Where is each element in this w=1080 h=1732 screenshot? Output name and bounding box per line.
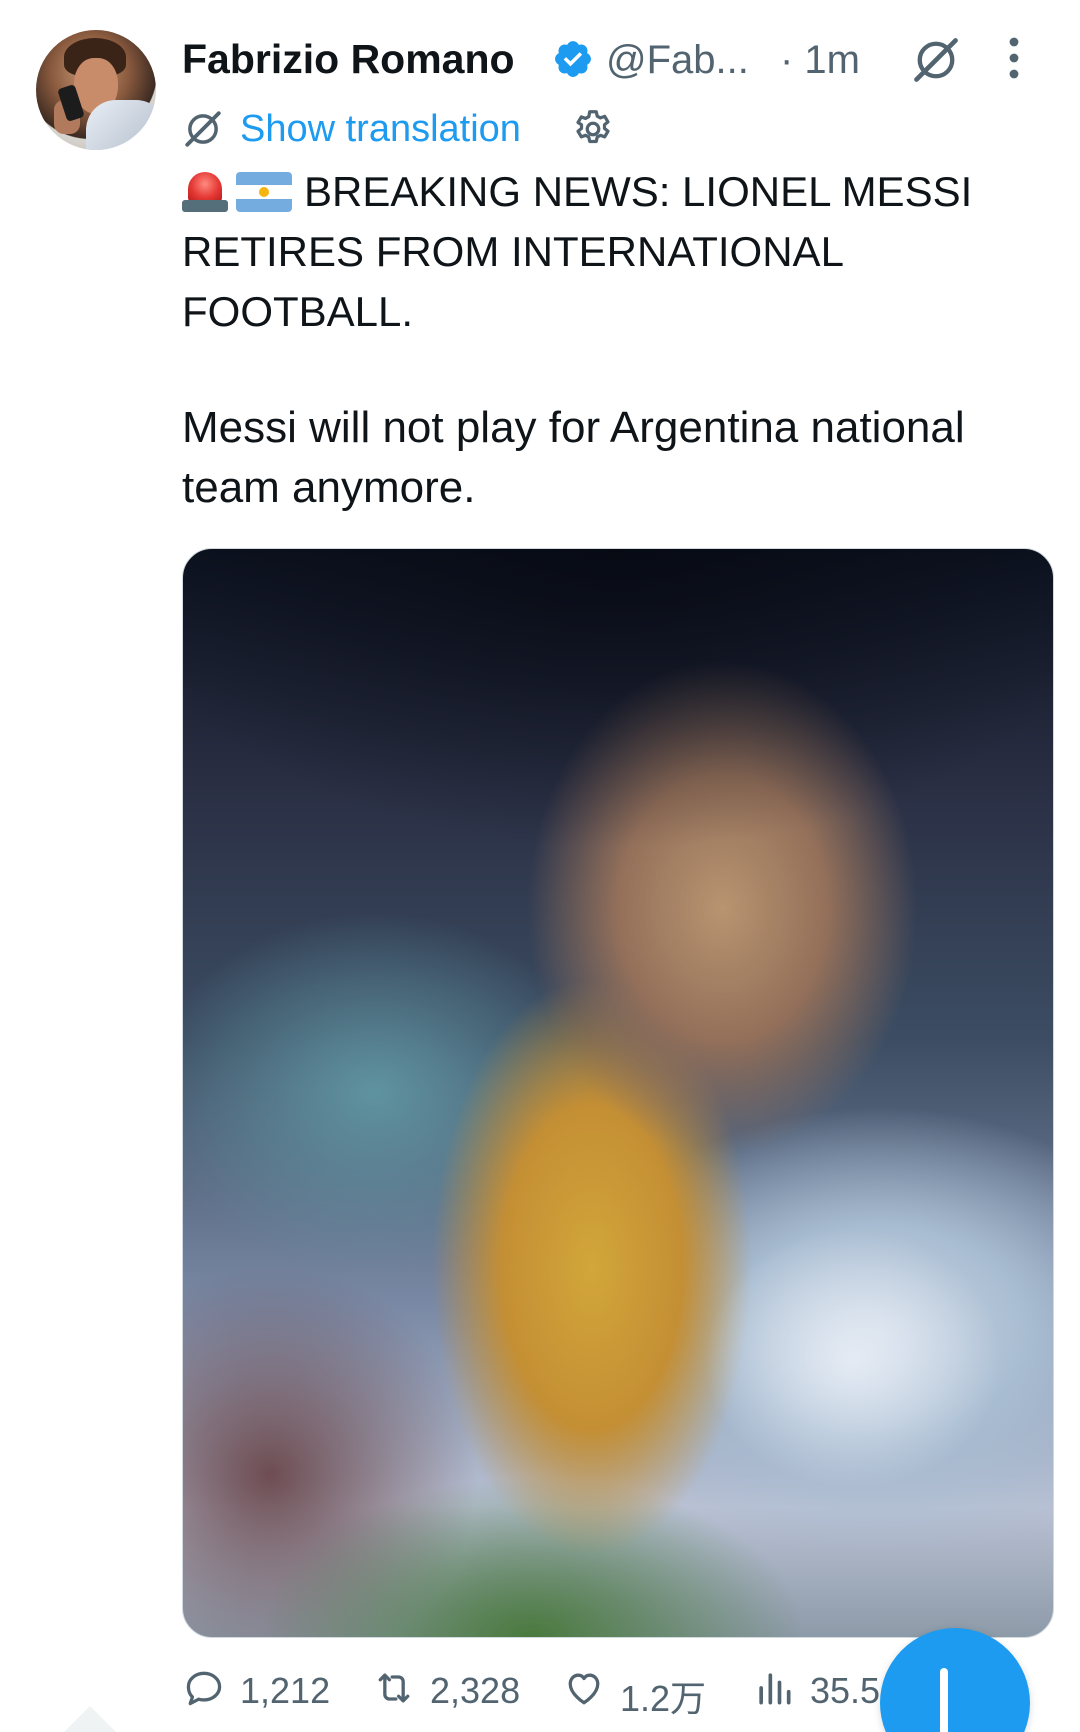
tweet-text-line2: RETIRES FROM INTERNATIONAL [182,228,844,275]
retweet-button[interactable]: 2,328 [372,1658,542,1718]
translation-row: Show translation [182,104,742,154]
tweet-text-line1: BREAKING NEWS: LIONEL MESSI [304,168,973,215]
author-handle[interactable]: @Fab... [606,38,749,83]
views-chart-icon [759,1673,791,1705]
more-options-icon[interactable] [1004,36,1024,80]
media-glow [703,1229,1003,1489]
tweet-text-para2-line1: Messi will not play for Argentina nation… [182,403,965,452]
avatar[interactable] [36,30,156,150]
gear-icon[interactable] [570,106,616,152]
retweet-count: 2,328 [430,1670,521,1711]
tweet-text-line: BREAKING NEWS: LIONEL MESSI [182,162,1042,222]
grok-translate-icon [185,111,221,147]
tweet-text: BREAKING NEWS: LIONEL MESSI RETIRES FROM… [182,162,1042,518]
verified-badge-icon [555,41,591,77]
author-name[interactable]: Fabrizio Romano [182,36,515,83]
reply-button[interactable]: 1,212 [182,1658,332,1718]
argentina-flag-emoji [236,172,292,212]
reply-icon [186,1671,222,1706]
grok-icon[interactable] [910,34,962,86]
nav-bar-edge [60,1706,120,1732]
tweet-timestamp[interactable]: · 1m [780,38,860,83]
like-button[interactable]: 1.2万 [562,1658,712,1719]
tweet-header: Fabrizio Romano @Fab... · 1m [182,30,1080,86]
compose-button[interactable] [880,1628,1030,1732]
heart-icon [568,1673,600,1705]
show-translation-link[interactable]: Show translation [240,108,521,151]
tweet-text-line3: FOOTBALL. [182,288,414,335]
tweet-text-para2-line2: team anymore. [182,463,476,512]
tweet-media-image[interactable] [182,548,1054,1638]
compose-icon [940,1668,948,1732]
reply-count: 1,212 [240,1670,331,1711]
views-count: 35.5 [810,1670,881,1711]
avatar-shirt [86,100,156,150]
retweet-icon [378,1673,410,1703]
police-car-light-emoji [182,168,228,214]
like-count: 1.2万 [620,1678,707,1719]
